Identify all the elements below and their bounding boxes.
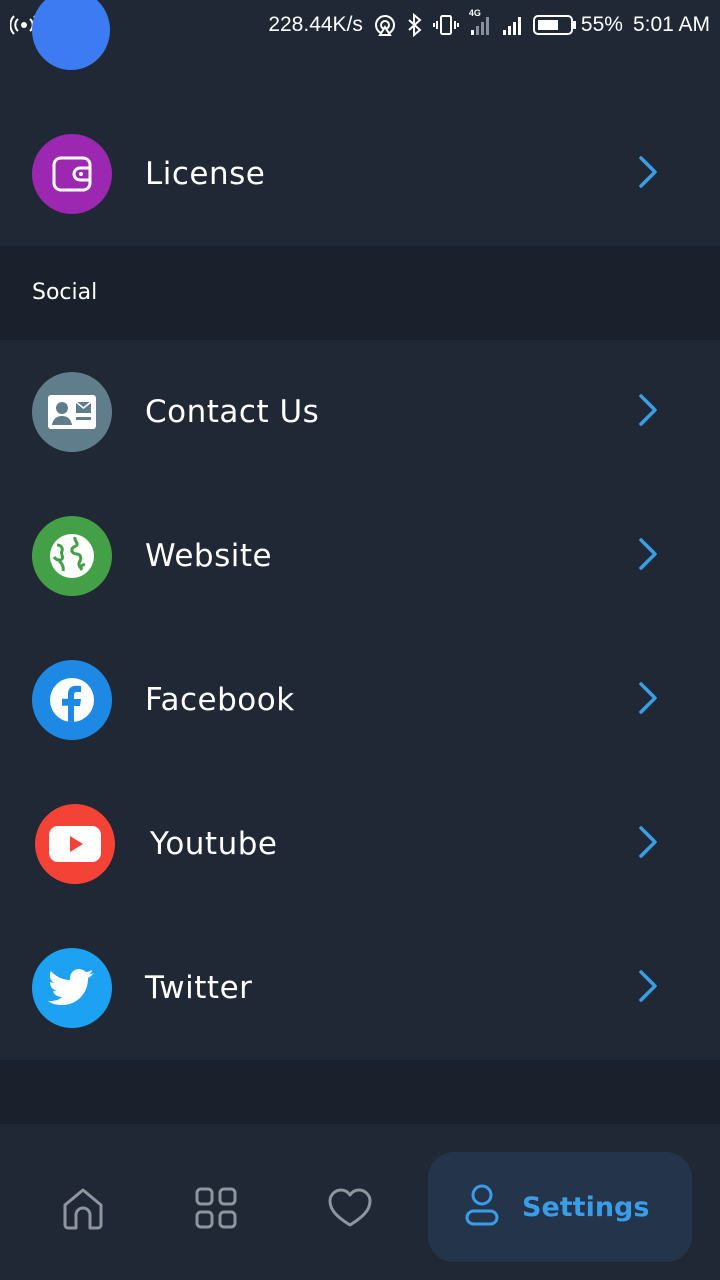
wallet-icon (32, 134, 112, 214)
home-icon (60, 1185, 106, 1235)
nav-settings-label: Settings (522, 1191, 650, 1223)
chevron-right-icon (636, 154, 660, 194)
chevron-right-icon (636, 968, 660, 1008)
list-item-label: Twitter (145, 970, 253, 1006)
bluetooth-icon (407, 13, 423, 37)
battery-icon (532, 14, 577, 36)
contact-card-icon (32, 372, 112, 452)
clock: 5:01 AM (632, 13, 710, 36)
section-title: Social (32, 280, 98, 305)
settings-list-top: License (0, 0, 720, 246)
heart-icon (327, 1187, 373, 1233)
chevron-right-icon (636, 536, 660, 576)
list-item-contact-us[interactable]: Contact Us (0, 340, 720, 484)
section-header-social: Social (0, 246, 720, 340)
twitter-icon (32, 948, 112, 1028)
facebook-icon (32, 660, 112, 740)
grid-icon (194, 1186, 238, 1234)
cast-icon (373, 13, 397, 37)
list-item-label: Contact Us (145, 394, 320, 430)
social-list: Contact Us Website Facebook Youtube Twit… (0, 340, 720, 1060)
bottom-navigation: Settings (0, 1124, 720, 1280)
list-item-facebook[interactable]: Facebook (0, 628, 720, 772)
signal-4g-icon: 4G (469, 8, 491, 36)
nav-categories[interactable] (190, 1182, 242, 1238)
nav-home[interactable] (57, 1182, 109, 1238)
list-item-label: Facebook (145, 682, 295, 718)
list-footer-gap (0, 1060, 720, 1124)
nav-settings[interactable]: Settings (428, 1152, 692, 1262)
vibrate-icon (432, 13, 459, 37)
chevron-right-icon (636, 824, 660, 864)
network-speed: 228.44K/s (268, 13, 363, 36)
list-item-label: License (145, 156, 266, 192)
partial-avatar-icon (32, 0, 110, 70)
globe-icon (32, 516, 112, 596)
user-icon (464, 1183, 500, 1231)
list-item-youtube[interactable]: Youtube (0, 772, 720, 916)
list-item-twitter[interactable]: Twitter (0, 916, 720, 1060)
network-type-label: 4G (468, 8, 481, 18)
list-item-label: Youtube (150, 826, 278, 862)
nav-favorites[interactable] (324, 1182, 376, 1238)
chevron-right-icon (636, 392, 660, 432)
youtube-icon (35, 804, 115, 884)
battery-percent: 55% (580, 13, 623, 36)
list-item-license[interactable]: License (0, 102, 720, 246)
list-item-website[interactable]: Website (0, 484, 720, 628)
list-item-label: Website (145, 538, 273, 574)
signal-icon (501, 14, 523, 36)
chevron-right-icon (636, 680, 660, 720)
